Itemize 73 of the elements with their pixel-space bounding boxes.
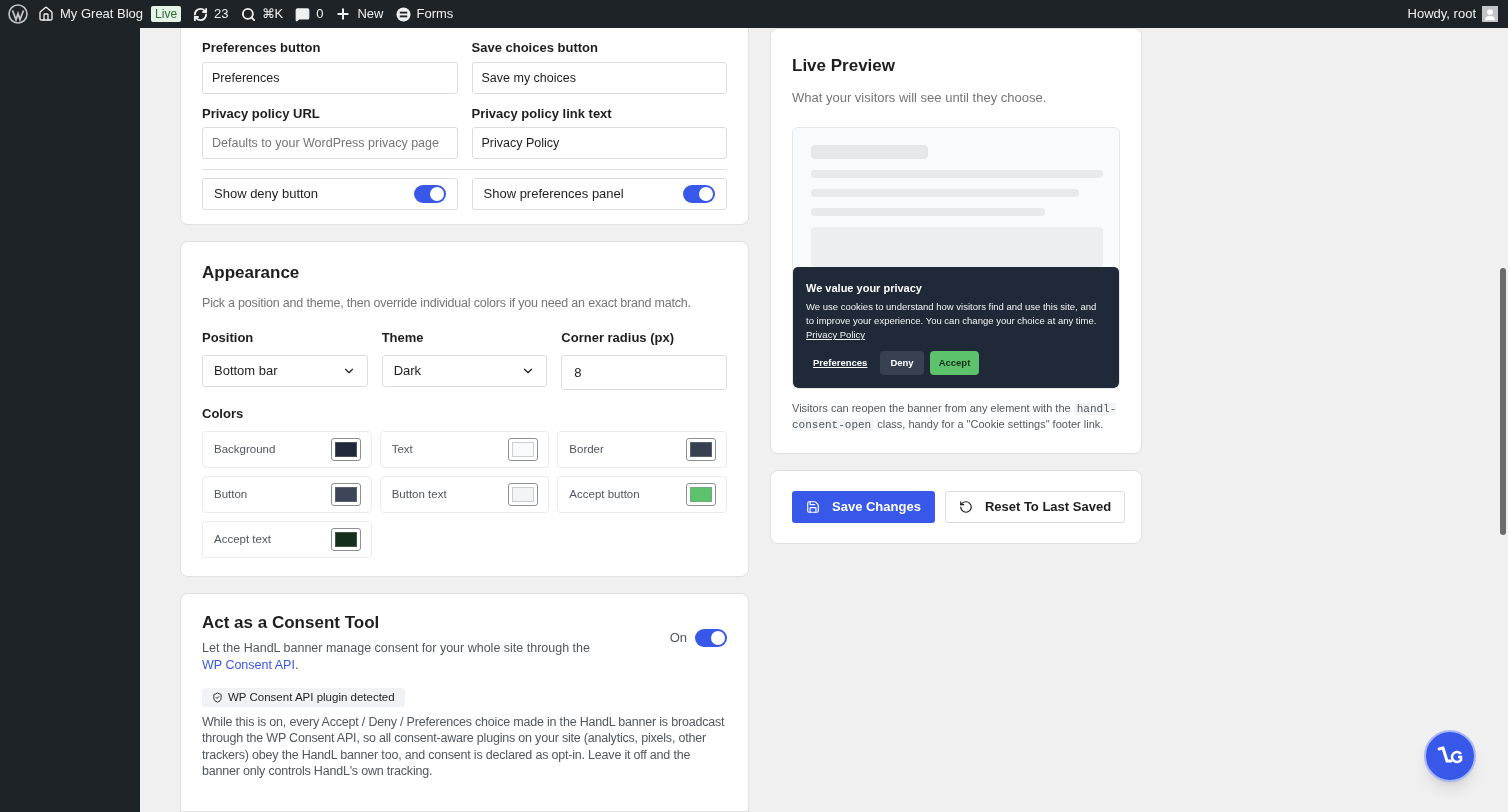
shield-icon (212, 691, 223, 703)
search-icon (240, 6, 256, 22)
wordpress-logo-icon[interactable] (8, 4, 28, 24)
color-swatch[interactable] (508, 483, 539, 507)
status-badge: WP Consent API plugin detected (202, 687, 405, 707)
toolbar-item[interactable]: New (329, 0, 390, 28)
toggle-label: Show deny button (214, 185, 319, 204)
select-field[interactable]: Dark (381, 354, 548, 387)
input-field[interactable]: Defaults to your WordPress privacy page (202, 127, 458, 159)
input-field[interactable]: Save my choices (471, 61, 727, 94)
toggle-label: Show preferences panel (483, 185, 624, 204)
input-field[interactable]: Preferences (202, 61, 458, 94)
toolbar-item[interactable]: Forms (389, 0, 460, 28)
select-field[interactable]: Bottom bar (202, 354, 368, 387)
body-text: While this is on, every Accept / Deny / Preferences choice made in the HandL banner is broadcast through the WP Consent API, so all consent-aware plugins on your site (analytics, pixels, other trackers) obey the HandL banner too, and consent is declared as opt-in. Leave it off and the banner only controls HandL's own tracking. (202, 713, 726, 780)
refresh-icon (193, 6, 209, 22)
comment-icon (295, 6, 311, 22)
toolbar-item[interactable]: ⌘K (234, 0, 290, 28)
field-label: Theme (381, 329, 425, 348)
forms-icon (395, 6, 411, 22)
save-button[interactable]: Save Changes (792, 491, 935, 523)
section-title: Appearance (202, 262, 301, 284)
section-description: What your visitors will see until they choose. (792, 88, 1048, 107)
reset-icon (958, 500, 973, 514)
color-swatch[interactable] (508, 438, 539, 462)
color-field[interactable]: Background (202, 431, 372, 469)
field-label: Save choices button (471, 39, 599, 57)
help-note: Visitors can reopen the banner from any element with the handl-consent-open class, handy for a "Cookie settings" footer link. (792, 401, 1118, 433)
section-description: Pick a position and theme, then override individual colors if you need an exact brand match. (202, 294, 692, 312)
toggle-switch[interactable] (695, 629, 727, 647)
number-field[interactable]: 8 (561, 354, 727, 390)
help-launcher-button[interactable] (1424, 730, 1476, 782)
color-swatch[interactable] (330, 483, 361, 507)
save-icon (806, 500, 820, 514)
deny-button[interactable]: Deny (880, 351, 924, 375)
toggle-switch[interactable] (413, 185, 446, 203)
toolbar-item[interactable]: 0 (289, 0, 330, 28)
color-field[interactable]: Accept text (202, 521, 372, 559)
preferences-link[interactable]: Preferences (806, 351, 875, 375)
toolbar-item[interactable]: My Great Blog Live (32, 0, 188, 28)
logo-icon (1436, 746, 1464, 766)
input-field[interactable]: Privacy Policy (471, 127, 727, 159)
section-title: Act as a Consent Tool (202, 612, 381, 635)
live-badge: Live (151, 6, 182, 22)
field-label: Privacy policy link text (471, 104, 613, 123)
field-label: Position (202, 329, 255, 348)
banner-text: We use cookies to understand how visitors find and use this site, and to improve your experience. You can change your choice at any time. Privacy Policy (806, 300, 1098, 342)
account-menu[interactable]: Howdy, root (1407, 4, 1504, 24)
reset-button[interactable]: Reset To Last Saved (944, 491, 1126, 523)
accept-button[interactable]: Accept (929, 351, 980, 375)
color-field[interactable]: Accept button (557, 476, 727, 514)
color-field[interactable]: Text (379, 431, 550, 469)
privacy-link[interactable]: Privacy Policy (806, 329, 866, 340)
color-field[interactable]: Border (557, 431, 727, 469)
colors-label: Colors (202, 404, 245, 423)
section-description: Let the HandL banner manage consent for your whole site through the WP Consent API. (202, 639, 591, 674)
field-label: Corner radius (px) (561, 329, 675, 348)
color-field[interactable]: Button (202, 476, 372, 514)
color-swatch[interactable] (686, 483, 716, 507)
color-swatch[interactable] (686, 438, 716, 462)
color-swatch[interactable] (330, 438, 361, 462)
field-label: Preferences button (202, 39, 322, 57)
banner-title: We value your privacy (806, 280, 923, 296)
color-swatch[interactable] (330, 528, 361, 552)
section-title: Live Preview (792, 55, 896, 77)
avatar-icon (1482, 6, 1498, 22)
home-icon (38, 6, 54, 22)
toggle-switch[interactable] (683, 185, 715, 203)
field-label: Privacy policy URL (202, 104, 321, 123)
api-link[interactable]: WP Consent API (202, 657, 295, 672)
color-field[interactable]: Button text (379, 476, 550, 514)
toggle-label: On (669, 629, 687, 648)
toolbar-item[interactable]: 23 (187, 0, 235, 28)
